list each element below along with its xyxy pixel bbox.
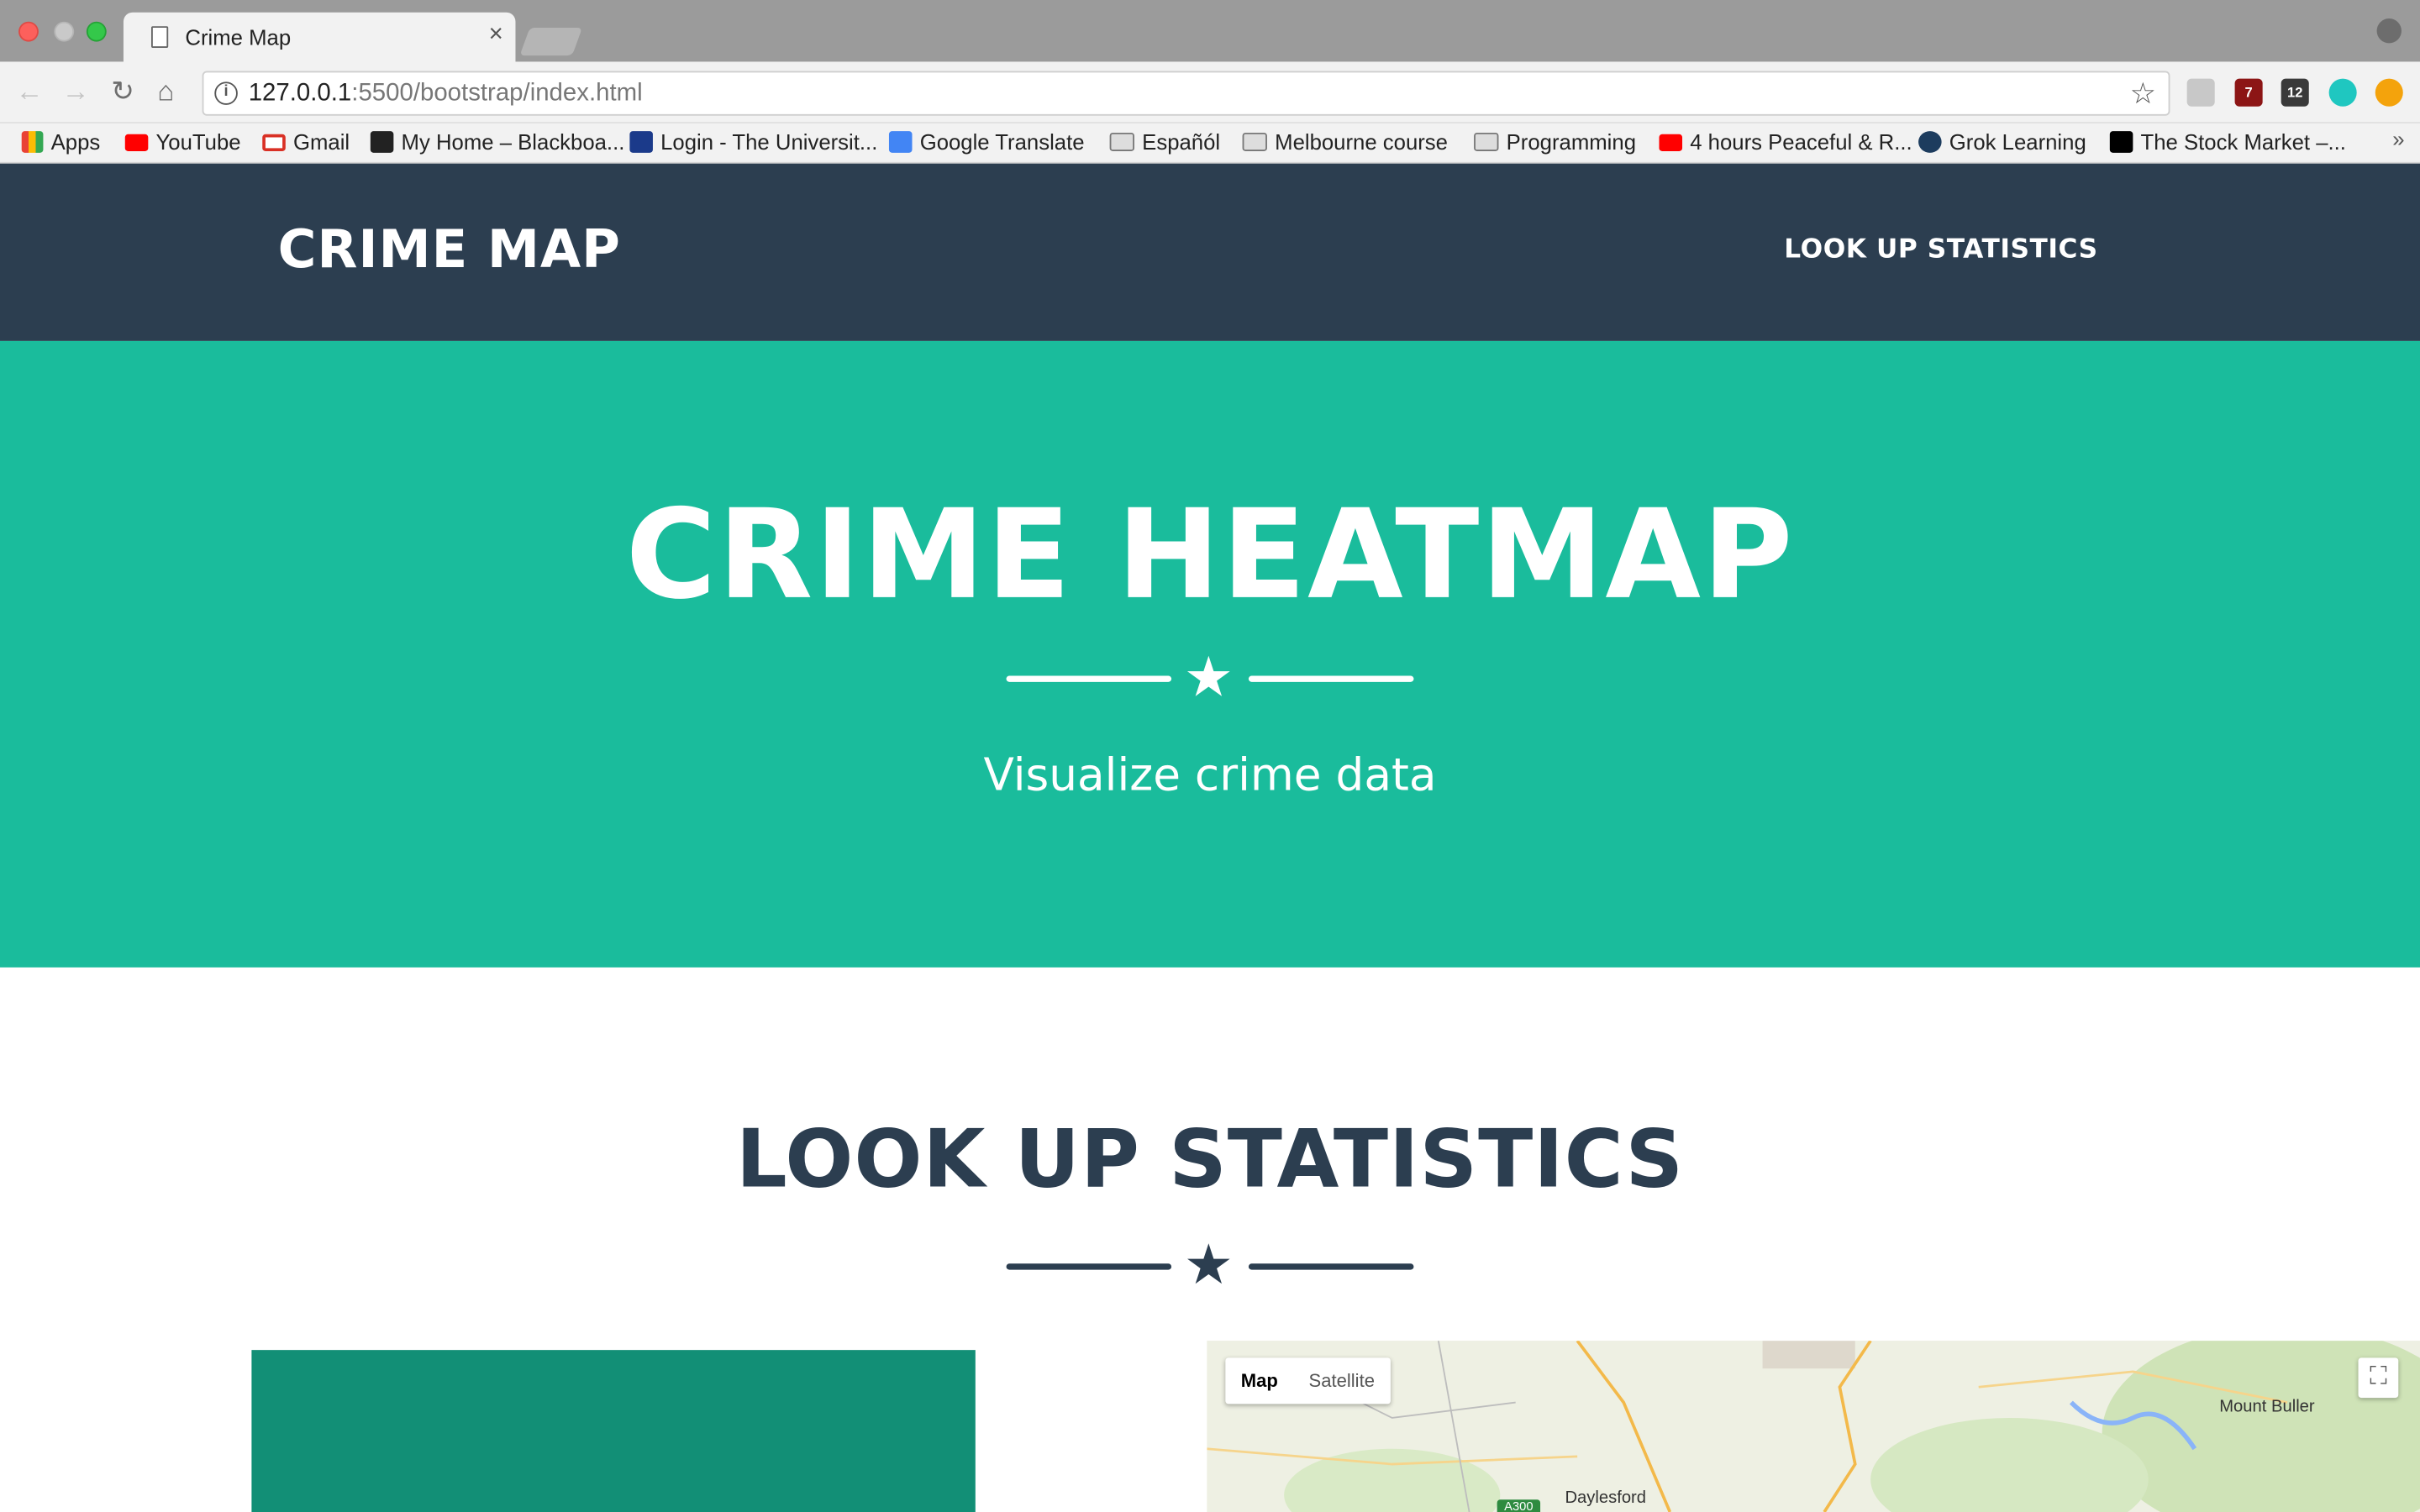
divider-line: [1248, 675, 1414, 682]
bookmark-label: The Stock Market –...: [2140, 129, 2346, 155]
star-divider: ★: [1006, 644, 1414, 709]
section-title: LOOK UP STATISTICS: [735, 1114, 1685, 1207]
more-bookmarks-icon[interactable]: »: [2392, 127, 2404, 151]
bookmark-apps[interactable]: Apps: [21, 127, 101, 158]
bookmark-folder-programming[interactable]: Programming: [1474, 127, 1636, 158]
tab-title: Crime Map: [185, 24, 292, 50]
tab-close-icon[interactable]: ×: [489, 22, 503, 50]
new-tab-button[interactable]: [519, 28, 582, 56]
bookmark-star-icon[interactable]: ☆: [2130, 77, 2156, 113]
bookmark-label: My Home – Blackboa...: [401, 129, 625, 155]
hero-title: CRIME HEATMAP: [625, 482, 1795, 627]
google-map[interactable]: Map Satellite ⛶ Mount Buller Daylesford …: [1207, 1341, 2420, 1512]
bookmark-gmail[interactable]: Gmail: [262, 127, 350, 158]
divider-line: [1006, 1263, 1172, 1270]
fullscreen-icon[interactable]: ⛶: [2358, 1357, 2399, 1399]
folder-icon: [1109, 132, 1135, 152]
reload-icon[interactable]: ↻: [111, 76, 134, 107]
blackboard-icon: [370, 131, 394, 153]
browser-window: Crime Map × ← → ↻ ⌂ i 127.0.0.1:5500/boo…: [0, 0, 2420, 1512]
youtube-icon: [124, 133, 149, 151]
bookmark-label: Apps: [50, 129, 101, 155]
grok-icon: [1918, 131, 1942, 153]
map-type-control: Map Satellite: [1225, 1357, 1391, 1404]
divider-line: [1248, 1263, 1414, 1270]
bookmark-youtube[interactable]: YouTube: [124, 127, 241, 158]
site-navbar: CRIME MAP LOOK UP STATISTICS: [0, 163, 2420, 341]
extension-icon-4[interactable]: [2328, 78, 2357, 107]
extension-icon-1[interactable]: [2186, 78, 2215, 107]
road-shield: A300: [1497, 1499, 1541, 1512]
extension-icon-5[interactable]: [2375, 78, 2403, 107]
forward-arrow-icon[interactable]: →: [61, 76, 89, 107]
bookmark-google-translate[interactable]: Google Translate: [888, 127, 1085, 158]
bookmark-label: Melbourne course: [1275, 129, 1448, 155]
star-icon: ★: [1183, 644, 1234, 709]
map-type-satellite-button[interactable]: Satellite: [1293, 1357, 1390, 1404]
back-arrow-icon[interactable]: ←: [15, 76, 43, 107]
tab-crime-map[interactable]: Crime Map ×: [123, 12, 516, 64]
translate-icon: [888, 131, 913, 153]
bookmark-peaceful-music[interactable]: 4 hours Peaceful & R...: [1659, 127, 1912, 158]
map-type-map-button[interactable]: Map: [1225, 1357, 1293, 1404]
bookmark-folder-melbourne[interactable]: Melbourne course: [1242, 127, 1448, 158]
address-bar[interactable]: i 127.0.0.1:5500/bootstrap/index.html ☆: [202, 71, 2170, 116]
bookmark-label: Españól: [1142, 129, 1221, 155]
minimize-window-button[interactable]: [54, 21, 75, 42]
url-text[interactable]: 127.0.0.1:5500/bootstrap/index.html: [249, 81, 643, 108]
bookmark-label: 4 hours Peaceful & R...: [1690, 129, 1912, 155]
hero-subtitle: Visualize crime data: [983, 748, 1437, 801]
bookmark-label: Gmail: [292, 129, 350, 155]
star-divider: ★: [1006, 1232, 1414, 1296]
statistics-panel: [251, 1350, 976, 1512]
url-host: 127.0.0.1: [248, 80, 352, 107]
university-crest-icon: [629, 131, 653, 153]
folder-icon: [1242, 132, 1267, 152]
nav-link-look-up-statistics[interactable]: LOOK UP STATISTICS: [1784, 234, 2097, 265]
browser-toolbar: ← → ↻ ⌂ i 127.0.0.1:5500/bootstrap/index…: [0, 61, 2420, 123]
profile-icon[interactable]: [2376, 18, 2402, 44]
yahoo-icon: [2109, 131, 2133, 153]
map-place-label: Daylesford: [1565, 1488, 1647, 1508]
bookmark-label: YouTube: [155, 129, 241, 155]
star-icon: ★: [1183, 1232, 1234, 1296]
home-icon[interactable]: ⌂: [157, 76, 174, 107]
extension-icon-3[interactable]: 12: [2281, 78, 2309, 107]
tab-strip: Crime Map ×: [0, 0, 2420, 64]
brand-logo[interactable]: CRIME MAP: [278, 219, 621, 281]
divider-line: [1006, 675, 1172, 682]
maximize-window-button[interactable]: [86, 21, 107, 42]
bookmarks-bar: Apps YouTube Gmail My Home – Blackboa...…: [0, 123, 2420, 164]
url-path: :5500/bootstrap/index.html: [351, 80, 643, 107]
bookmark-folder-espanol[interactable]: Españól: [1109, 127, 1221, 158]
gmail-icon: [262, 133, 286, 151]
bookmark-label: Programming: [1506, 129, 1636, 155]
apps-grid-icon: [21, 131, 44, 153]
youtube-icon: [1659, 133, 1683, 151]
bookmark-stock-market[interactable]: The Stock Market –...: [2109, 127, 2346, 158]
bookmark-label: Grok Learning: [1949, 129, 2086, 155]
folder-icon: [1474, 132, 1499, 152]
bookmark-grok-learning[interactable]: Grok Learning: [1918, 127, 2086, 158]
hero-section: CRIME HEATMAP ★ Visualize crime data: [0, 340, 2420, 968]
info-icon[interactable]: i: [214, 81, 238, 105]
map-place-label: Mount Buller: [2219, 1398, 2315, 1417]
close-window-button[interactable]: [18, 21, 39, 42]
bookmark-university-login[interactable]: Login - The Universit...: [629, 127, 877, 158]
bookmark-label: Login - The Universit...: [660, 129, 878, 155]
bookmark-blackboard[interactable]: My Home – Blackboa...: [370, 127, 625, 158]
page-icon: [151, 26, 169, 48]
bookmark-label: Google Translate: [919, 129, 1085, 155]
extension-icon-2[interactable]: 7: [2234, 78, 2263, 107]
